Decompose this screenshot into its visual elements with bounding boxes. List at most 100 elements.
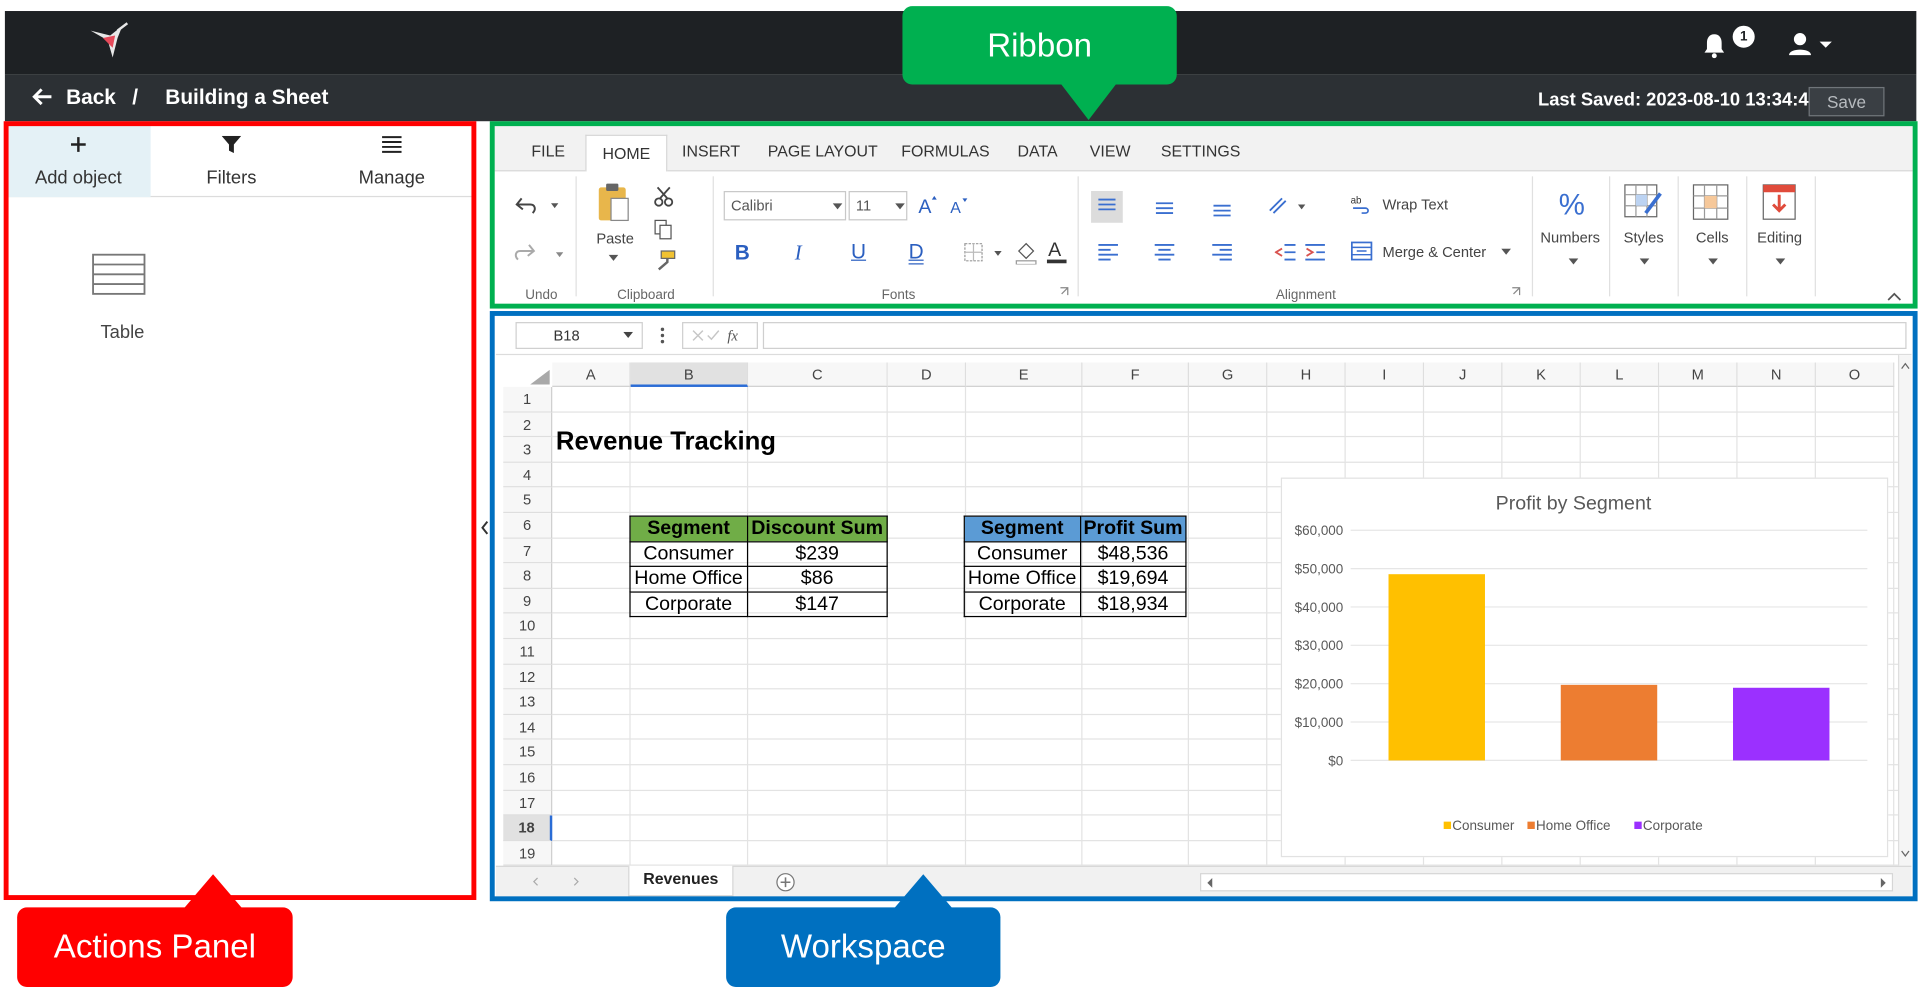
double-underline-button[interactable]: D [909,240,924,264]
table-cell[interactable]: $147 [746,591,888,618]
row-header-3[interactable]: 3 [503,437,553,463]
increase-indent-icon[interactable] [1304,242,1326,262]
table-cell[interactable]: $86 [746,565,888,593]
font-color-icon[interactable]: A [1046,238,1068,265]
collapse-panel-icon[interactable] [480,519,490,536]
borders-icon[interactable] [964,242,1006,264]
tab-settings[interactable]: SETTINGS [1161,142,1241,160]
row-header-9[interactable]: 9 [503,588,553,614]
tab-insert[interactable]: INSERT [682,142,740,160]
decrease-font-icon[interactable]: A [950,196,970,216]
align-top-icon[interactable] [1091,191,1123,223]
tab-view[interactable]: VIEW [1090,142,1131,160]
editing-dropdown-icon[interactable] [1775,258,1786,265]
editing-icon[interactable] [1762,184,1796,221]
orientation-icon[interactable] [1266,193,1310,217]
table-header-cell[interactable]: Discount Sum [746,515,888,542]
format-painter-icon[interactable] [654,250,676,272]
percent-icon[interactable]: % [1558,186,1587,220]
increase-font-icon[interactable]: A [918,193,940,216]
align-bottom-icon[interactable] [1211,201,1233,218]
column-header-h[interactable]: H [1267,362,1346,387]
styles-button[interactable]: Styles [1624,229,1664,246]
cells-icon[interactable] [1692,184,1729,221]
numbers-button[interactable]: Numbers [1540,229,1600,246]
vertical-scrollbar[interactable] [1897,355,1912,866]
row-header-16[interactable]: 16 [503,765,553,791]
tab-formulas[interactable]: FORMULAS [901,142,989,160]
row-header-1[interactable]: 1 [503,386,553,413]
column-header-e[interactable]: E [966,362,1083,387]
row-header-19[interactable]: 19 [503,840,553,866]
table-cell[interactable]: Corporate [963,591,1081,618]
more-vertical-icon[interactable] [659,326,666,346]
tab-filters[interactable]: Filters [159,124,303,197]
numbers-dropdown-icon[interactable] [1568,258,1579,265]
font-name-dropdown-icon[interactable] [832,203,843,210]
profit-chart[interactable]: Profit by Segment $0 $10,000 $20,000 $30,000… [1280,477,1889,858]
merge-center-icon[interactable] [1350,240,1373,262]
redo-icon[interactable] [514,240,564,264]
fx-icon[interactable]: fx [691,326,750,346]
column-header-g[interactable]: G [1188,362,1268,387]
align-middle-icon[interactable] [1153,198,1175,215]
fill-color-icon[interactable] [1015,240,1037,265]
undo-icon[interactable] [514,193,559,217]
row-header-15[interactable]: 15 [503,740,553,766]
align-center-icon[interactable] [1153,242,1175,262]
collapse-ribbon-icon[interactable] [1887,291,1902,301]
tab-data[interactable]: DATA [1018,142,1058,160]
scroll-right-icon[interactable] [1877,876,1889,891]
paste-icon[interactable] [595,181,632,225]
tab-add-object[interactable]: Add object [6,123,151,198]
column-header-c[interactable]: C [748,362,888,387]
tab-page-layout[interactable]: PAGE LAYOUT [768,142,878,160]
copy-icon[interactable] [654,219,674,241]
row-header-4[interactable]: 4 [503,462,553,488]
back-link[interactable]: Back [66,86,116,110]
paste-dropdown-icon[interactable] [608,254,619,262]
cells-dropdown-icon[interactable] [1708,258,1718,265]
row-header-2[interactable]: 2 [503,412,553,438]
column-header-n[interactable]: N [1737,362,1816,387]
column-header-b[interactable]: B [630,362,749,387]
cells-button[interactable]: Cells [1696,229,1729,246]
column-header-j[interactable]: J [1424,362,1503,387]
back-arrow-icon[interactable] [32,86,54,108]
scroll-left-icon[interactable] [1204,876,1216,891]
bold-button[interactable]: B [735,241,750,265]
row-header-18[interactable]: 18 [503,815,553,841]
sheet-tab-revenues[interactable]: Revenues [628,865,734,897]
table-header-cell[interactable]: Segment [963,515,1081,542]
table-cell[interactable]: Home Office [963,565,1081,593]
name-box-dropdown-icon[interactable] [623,331,634,339]
row-header-11[interactable]: 11 [503,639,553,665]
styles-icon[interactable] [1624,184,1663,223]
decrease-indent-icon[interactable] [1274,242,1297,262]
fonts-launcher-icon[interactable] [1059,287,1069,297]
tab-file[interactable]: FILE [531,142,565,160]
table-object[interactable]: Table [92,253,153,343]
column-header-d[interactable]: D [887,362,967,387]
alignment-launcher-icon[interactable] [1511,287,1521,297]
italic-button[interactable]: I [795,241,802,265]
bell-icon[interactable] [1700,31,1729,60]
column-header-f[interactable]: F [1082,362,1189,387]
column-header-a[interactable]: A [552,362,631,387]
hummingbird-logo[interactable] [86,21,130,63]
column-header-l[interactable]: L [1580,362,1660,387]
font-name-select[interactable]: Calibri [723,191,847,221]
table-header-cell[interactable]: Segment [629,515,748,542]
table-header-cell[interactable]: Profit Sum [1079,515,1187,542]
save-button[interactable]: Save [1808,86,1885,117]
add-sheet-icon[interactable] [775,872,796,893]
column-header-o[interactable]: O [1815,362,1895,387]
column-header-i[interactable]: I [1345,362,1425,387]
paste-label[interactable]: Paste [596,230,634,247]
column-header-m[interactable]: M [1659,362,1738,387]
merge-center-button[interactable]: Merge & Center [1382,244,1486,261]
column-header-k[interactable]: K [1502,362,1581,387]
styles-dropdown-icon[interactable] [1639,258,1650,265]
horizontal-scrollbar[interactable] [1200,873,1894,892]
align-right-icon[interactable] [1211,242,1233,262]
